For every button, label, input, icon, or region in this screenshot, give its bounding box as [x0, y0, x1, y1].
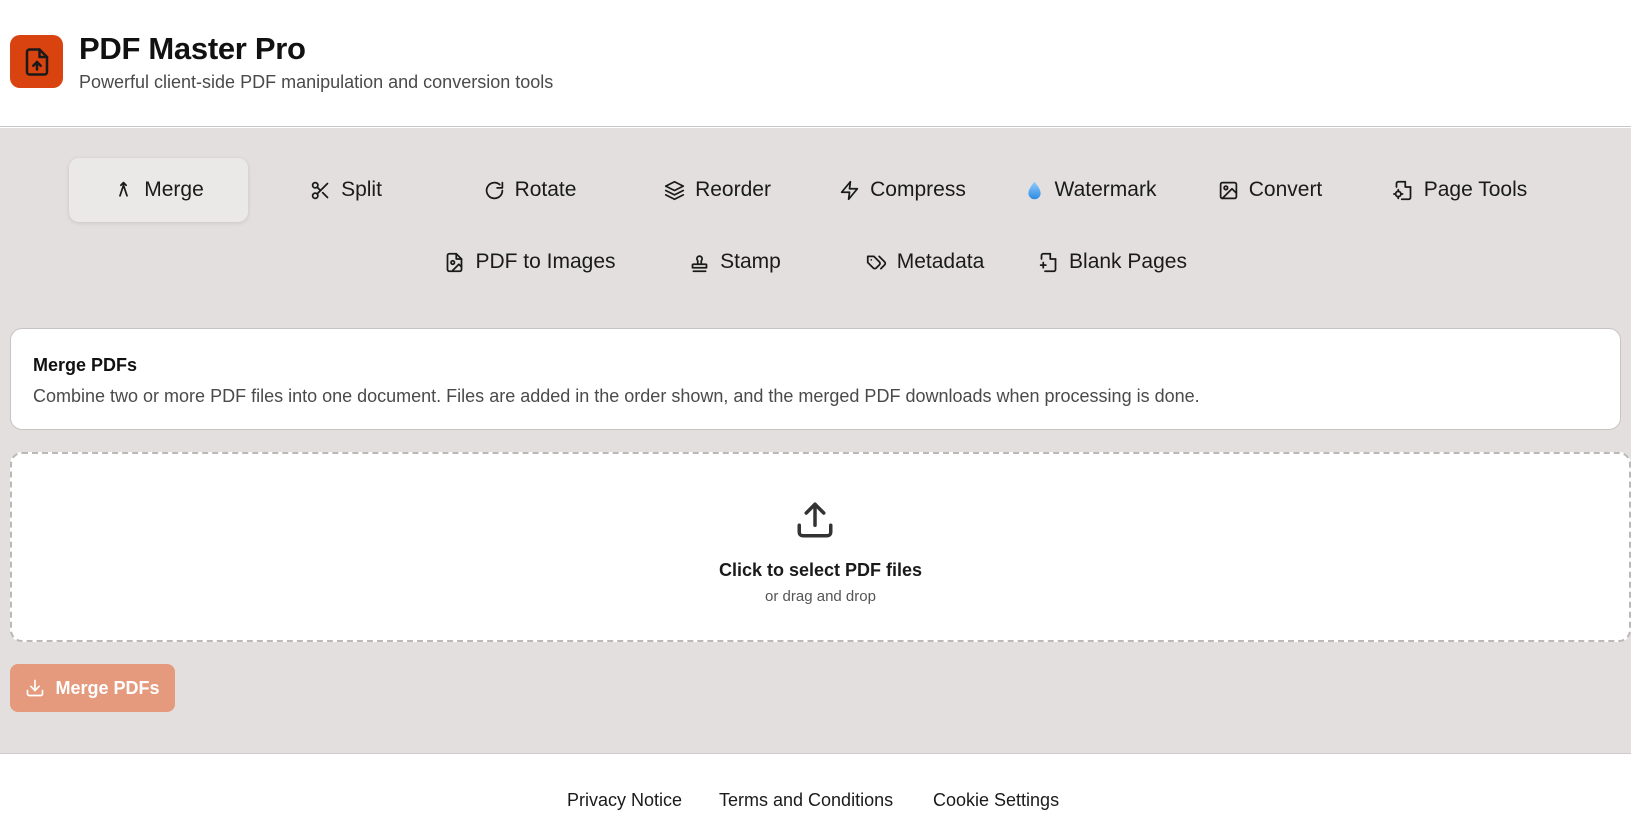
dropzone-title: Click to select PDF files [718, 560, 923, 580]
tab-label: Stamp [720, 250, 781, 273]
tool-title: Merge PDFs [33, 355, 138, 375]
tab-pdf-to-images[interactable]: PDF to Images [430, 230, 630, 294]
tab-split[interactable]: Split [262, 158, 430, 222]
footer: Privacy Notice Terms and Conditions Cook… [0, 755, 1631, 837]
tab-merge[interactable]: Merge [69, 158, 248, 222]
dropzone-subtitle: or drag and drop [765, 588, 876, 605]
tab-convert[interactable]: Convert [1190, 158, 1350, 222]
tab-compress[interactable]: Compress [815, 158, 990, 222]
cookie-settings-link[interactable]: Cookie Settings [933, 790, 1059, 811]
droplet-icon [1027, 181, 1041, 199]
image-icon [1219, 181, 1237, 199]
tab-stamp[interactable]: Stamp [660, 230, 810, 294]
tab-label: Blank Pages [1069, 250, 1187, 273]
tab-label: Merge [144, 178, 204, 201]
file-image-icon [447, 252, 463, 272]
tab-label: Page Tools [1423, 178, 1528, 201]
tab-rotate[interactable]: Rotate [440, 158, 620, 222]
layers-icon [664, 180, 685, 200]
tab-reorder[interactable]: Reorder [630, 158, 805, 222]
tab-page-tools[interactable]: Page Tools [1360, 158, 1560, 222]
tab-label: Convert [1248, 178, 1323, 201]
file-cog-icon [1392, 180, 1412, 200]
tab-label: Reorder [695, 178, 771, 201]
rotate-icon [485, 181, 503, 199]
tab-label: Metadata [896, 250, 985, 273]
scissors-icon [311, 181, 329, 199]
tab-label: Compress [870, 178, 966, 201]
merge-pdfs-button[interactable]: Merge PDFs [10, 664, 175, 712]
tab-label: Watermark [1054, 178, 1157, 201]
stamp-icon [691, 254, 708, 272]
lightning-icon [840, 180, 859, 200]
app-subtitle: Powerful client-side PDF manipulation an… [79, 72, 554, 92]
tool-description: Combine two or more PDF files into one d… [33, 386, 1200, 406]
terms-link[interactable]: Terms and Conditions [719, 790, 893, 811]
app-title: PDF Master Pro [79, 31, 306, 66]
file-upload-icon [10, 35, 63, 88]
tab-label: Split [341, 178, 382, 201]
tab-label: PDF to Images [475, 250, 616, 273]
tab-watermark[interactable]: Watermark [1000, 158, 1180, 222]
tab-label: Rotate [514, 178, 577, 201]
download-icon [27, 679, 44, 697]
main-content: Merge Split Rotate Reorder Compress Wate… [0, 128, 1631, 754]
file-dropzone[interactable]: Click to select PDF files or drag and dr… [10, 452, 1631, 642]
privacy-notice-link[interactable]: Privacy Notice [567, 790, 682, 811]
tool-info-card: Merge PDFs Combine two or more PDF files… [10, 328, 1621, 430]
merge-pdfs-label: Merge PDFs [55, 677, 160, 698]
app-header: PDF Master Pro Powerful client-side PDF … [0, 0, 1631, 127]
upload-icon [797, 502, 833, 538]
tags-icon [866, 255, 886, 269]
tab-blank-pages[interactable]: Blank Pages [1030, 230, 1195, 294]
merge-icon [119, 181, 129, 197]
tab-metadata[interactable]: Metadata [840, 230, 1010, 294]
file-plus-icon [1039, 252, 1057, 272]
